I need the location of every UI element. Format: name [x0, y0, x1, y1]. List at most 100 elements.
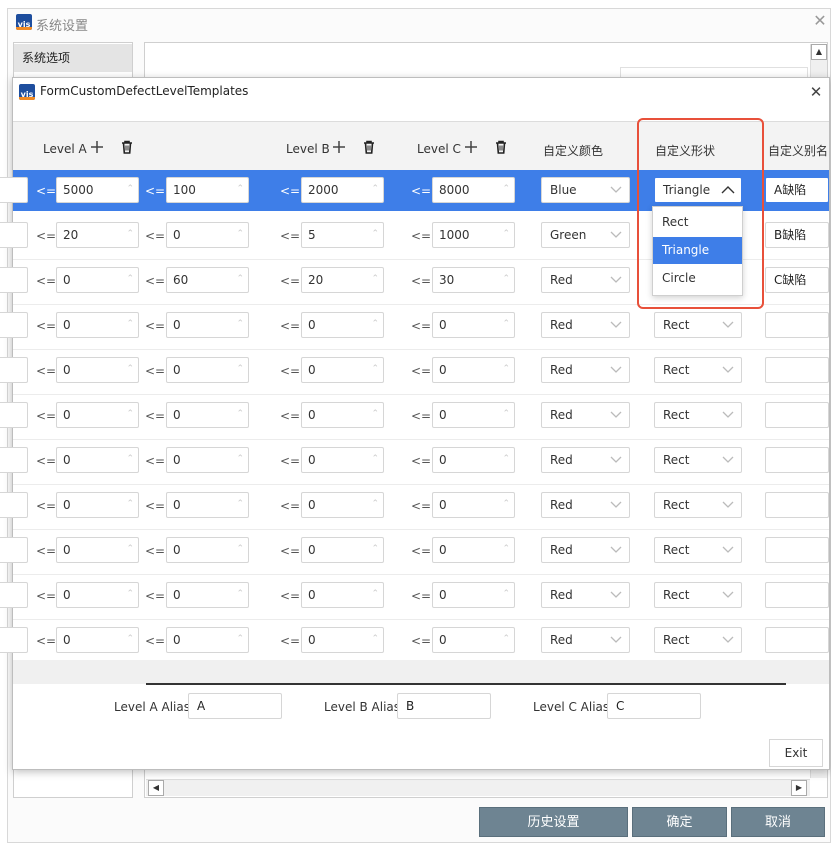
- level-a-max-input[interactable]: 0 ⌃: [166, 312, 249, 338]
- level-b-input[interactable]: 0 ⌃: [301, 537, 384, 563]
- alias-input[interactable]: A缺陷: [765, 177, 829, 203]
- cancel-button[interactable]: 取消: [731, 807, 825, 837]
- level-a-max-input[interactable]: 0 ⌃: [166, 222, 249, 248]
- alias-input[interactable]: [765, 492, 829, 518]
- alias-input[interactable]: [765, 402, 829, 428]
- color-select[interactable]: Red: [541, 267, 630, 293]
- color-select[interactable]: Red: [541, 627, 630, 653]
- spinner-icon[interactable]: ⌃: [502, 632, 510, 646]
- level-b-input[interactable]: 5 ⌃: [301, 222, 384, 248]
- spinner-icon[interactable]: ⌃: [502, 452, 510, 466]
- shape-select[interactable]: Rect: [654, 402, 742, 428]
- level-c-input[interactable]: 0 ⌃: [432, 447, 515, 473]
- spinner-icon[interactable]: ⌃: [236, 317, 244, 331]
- level-a-min-input[interactable]: 0 ⌃: [56, 492, 139, 518]
- level-b-input[interactable]: 0 ⌃: [301, 492, 384, 518]
- level-b-input[interactable]: 2000 ⌃: [301, 177, 384, 203]
- level-b-input[interactable]: 0 ⌃: [301, 357, 384, 383]
- spinner-icon[interactable]: ⌃: [371, 497, 379, 511]
- level-b-input[interactable]: 0 ⌃: [301, 402, 384, 428]
- level-a-max-input[interactable]: 0 ⌃: [166, 447, 249, 473]
- level-b-input[interactable]: 0 ⌃: [301, 447, 384, 473]
- alias-input[interactable]: C缺陷: [765, 267, 829, 293]
- level-b-input[interactable]: 0 ⌃: [301, 582, 384, 608]
- spinner-icon[interactable]: ⌃: [236, 587, 244, 601]
- clipped-number-input[interactable]: [0, 222, 28, 248]
- color-select[interactable]: Blue: [541, 177, 630, 203]
- level-a-min-input[interactable]: 0 ⌃: [56, 537, 139, 563]
- history-settings-button[interactable]: 历史设置: [479, 807, 628, 837]
- level-a-min-input[interactable]: 0 ⌃: [56, 267, 139, 293]
- spinner-icon[interactable]: ⌃: [236, 272, 244, 286]
- color-select[interactable]: Red: [541, 537, 630, 563]
- trash-icon[interactable]: [361, 139, 377, 155]
- clipped-number-input[interactable]: [0, 312, 28, 338]
- spinner-icon[interactable]: ⌃: [371, 632, 379, 646]
- spinner-icon[interactable]: ⌃: [502, 587, 510, 601]
- clipped-number-input[interactable]: [0, 267, 28, 293]
- spinner-icon[interactable]: ⌃: [236, 407, 244, 421]
- spinner-icon[interactable]: ⌃: [126, 407, 134, 421]
- clipped-number-input[interactable]: [0, 447, 28, 473]
- shape-select[interactable]: Rect: [654, 312, 742, 338]
- shape-select[interactable]: Rect: [654, 447, 742, 473]
- scroll-right-icon[interactable]: ▶: [791, 780, 807, 796]
- shape-select[interactable]: Rect: [654, 627, 742, 653]
- shape-select[interactable]: Rect: [654, 357, 742, 383]
- scroll-up-icon[interactable]: ▲: [811, 44, 827, 60]
- level-c-input[interactable]: 0 ⌃: [432, 357, 515, 383]
- level-b-input[interactable]: 0 ⌃: [301, 312, 384, 338]
- spinner-icon[interactable]: ⌃: [126, 632, 134, 646]
- spinner-icon[interactable]: ⌃: [502, 317, 510, 331]
- spinner-icon[interactable]: ⌃: [126, 497, 134, 511]
- spinner-icon[interactable]: ⌃: [371, 587, 379, 601]
- level-a-alias-input[interactable]: A: [188, 693, 282, 719]
- alias-input[interactable]: [765, 582, 829, 608]
- level-c-input[interactable]: 0 ⌃: [432, 402, 515, 428]
- level-a-min-input[interactable]: 0 ⌃: [56, 627, 139, 653]
- level-a-max-input[interactable]: 0 ⌃: [166, 582, 249, 608]
- level-a-max-input[interactable]: 0 ⌃: [166, 492, 249, 518]
- color-select[interactable]: Red: [541, 357, 630, 383]
- spinner-icon[interactable]: ⌃: [126, 587, 134, 601]
- level-c-input[interactable]: 0 ⌃: [432, 312, 515, 338]
- spinner-icon[interactable]: ⌃: [502, 272, 510, 286]
- color-select[interactable]: Red: [541, 312, 630, 338]
- spinner-icon[interactable]: ⌃: [126, 317, 134, 331]
- spinner-icon[interactable]: ⌃: [371, 317, 379, 331]
- level-a-max-input[interactable]: 60 ⌃: [166, 267, 249, 293]
- spinner-icon[interactable]: ⌃: [371, 542, 379, 556]
- spinner-icon[interactable]: ⌃: [371, 362, 379, 376]
- level-a-min-input[interactable]: 0 ⌃: [56, 402, 139, 428]
- clipped-number-input[interactable]: [0, 627, 28, 653]
- level-a-min-input[interactable]: 5000 ⌃: [56, 177, 139, 203]
- clipped-number-input[interactable]: [0, 537, 28, 563]
- trash-icon[interactable]: [493, 139, 509, 155]
- shape-select[interactable]: Rect: [654, 537, 742, 563]
- level-a-max-input[interactable]: 0 ⌃: [166, 357, 249, 383]
- spinner-icon[interactable]: ⌃: [371, 272, 379, 286]
- spinner-icon[interactable]: ⌃: [371, 182, 379, 196]
- spinner-icon[interactable]: ⌃: [126, 272, 134, 286]
- spinner-icon[interactable]: ⌃: [371, 227, 379, 241]
- spinner-icon[interactable]: ⌃: [236, 497, 244, 511]
- spinner-icon[interactable]: ⌃: [236, 227, 244, 241]
- clipped-number-input[interactable]: [0, 402, 28, 428]
- level-a-max-input[interactable]: 0 ⌃: [166, 537, 249, 563]
- shape-select[interactable]: Rect: [654, 582, 742, 608]
- level-a-min-input[interactable]: 0 ⌃: [56, 357, 139, 383]
- level-c-alias-input[interactable]: C: [607, 693, 701, 719]
- alias-input[interactable]: [765, 312, 829, 338]
- spinner-icon[interactable]: ⌃: [502, 227, 510, 241]
- color-select[interactable]: Red: [541, 402, 630, 428]
- spinner-icon[interactable]: ⌃: [236, 452, 244, 466]
- scroll-left-icon[interactable]: ◀: [148, 780, 164, 796]
- color-select[interactable]: Red: [541, 492, 630, 518]
- horizontal-scrollbar[interactable]: ◀ ▶: [146, 779, 810, 796]
- level-c-input[interactable]: 0 ⌃: [432, 537, 515, 563]
- shape-select[interactable]: Rect: [654, 492, 742, 518]
- level-a-min-input[interactable]: 0 ⌃: [56, 312, 139, 338]
- color-select[interactable]: Red: [541, 447, 630, 473]
- alias-input[interactable]: [765, 357, 829, 383]
- clipped-number-input[interactable]: [0, 582, 28, 608]
